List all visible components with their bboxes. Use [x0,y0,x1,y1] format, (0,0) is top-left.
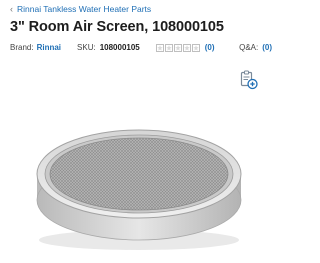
product-image [36,129,242,250]
star-icon [173,43,182,52]
chevron-left-icon: ‹ [10,3,13,14]
review-count-link[interactable]: (0) [205,43,215,52]
sku-value: 108000105 [99,43,140,52]
page-title: 3" Room Air Screen, 108000105 [10,19,224,35]
qa-count-link[interactable]: (0) [262,43,272,52]
star-icon [164,43,173,52]
product-meta: Brand: Rinnai SKU: 108000105 (0) Q&A: (0… [10,43,272,52]
compare-add-icon[interactable] [240,70,258,90]
star-icon [182,43,191,52]
star-icon [155,43,164,52]
breadcrumb-link[interactable]: Rinnai Tankless Water Heater Parts [17,4,151,14]
sku-label: SKU: [77,43,96,52]
brand-link[interactable]: Rinnai [37,43,61,52]
brand-label: Brand: [10,43,34,52]
qa-label: Q&A: [239,43,259,52]
star-icon [191,43,200,52]
rating-stars[interactable] [155,43,200,52]
breadcrumb[interactable]: ‹ Rinnai Tankless Water Heater Parts [10,4,151,14]
